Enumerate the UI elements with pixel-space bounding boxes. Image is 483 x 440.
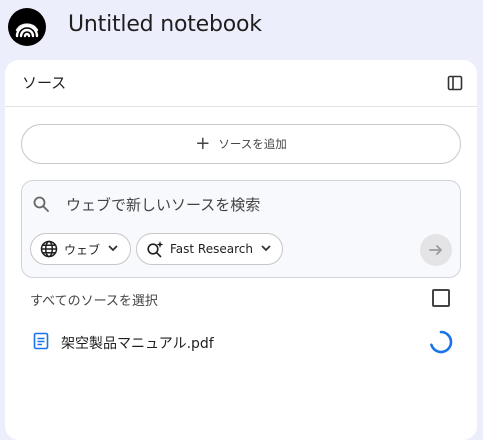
notebook-title[interactable]: Untitled notebook — [68, 12, 262, 37]
research-mode-dropdown[interactable]: Fast Research — [136, 233, 283, 265]
submit-search-button[interactable] — [420, 234, 452, 266]
search-icon — [33, 196, 49, 212]
source-type-label: ウェブ — [64, 242, 101, 257]
loading-spinner-icon — [430, 330, 453, 354]
top-bar: Untitled notebook — [0, 0, 483, 56]
chevron-down-icon — [261, 244, 271, 255]
globe-icon — [40, 240, 58, 258]
plus-icon: + — [195, 133, 211, 154]
sources-panel: ソース + ソースを追加 ウェブで新しいソースを検索 ウェブ Fast Rese… — [5, 60, 477, 440]
research-mode-label: Fast Research — [170, 242, 253, 256]
sparkle-search-icon — [147, 241, 164, 258]
sources-panel-title: ソース — [22, 74, 67, 92]
notebooklm-logo-icon[interactable] — [8, 8, 46, 46]
collapse-panel-button[interactable] — [443, 71, 467, 95]
chevron-down-icon — [108, 244, 118, 255]
select-all-checkbox[interactable] — [432, 289, 450, 307]
arrow-right-icon — [429, 245, 442, 255]
source-search-box: ウェブ Fast Research — [21, 180, 461, 278]
source-name: 架空製品マニュアル.pdf — [61, 336, 214, 352]
select-all-row: すべてのソースを選択 — [5, 286, 477, 312]
sources-panel-header: ソース — [5, 60, 477, 107]
add-source-button[interactable]: + ソースを追加 — [21, 124, 461, 164]
select-all-label: すべてのソースを選択 — [30, 294, 158, 309]
document-icon — [33, 332, 49, 350]
dock-left-icon — [447, 75, 463, 91]
source-search-input[interactable] — [66, 191, 426, 219]
source-type-dropdown[interactable]: ウェブ — [30, 233, 131, 265]
source-list-item[interactable]: 架空製品マニュアル.pdf — [5, 328, 477, 358]
add-source-label: ソースを追加 — [218, 137, 287, 151]
